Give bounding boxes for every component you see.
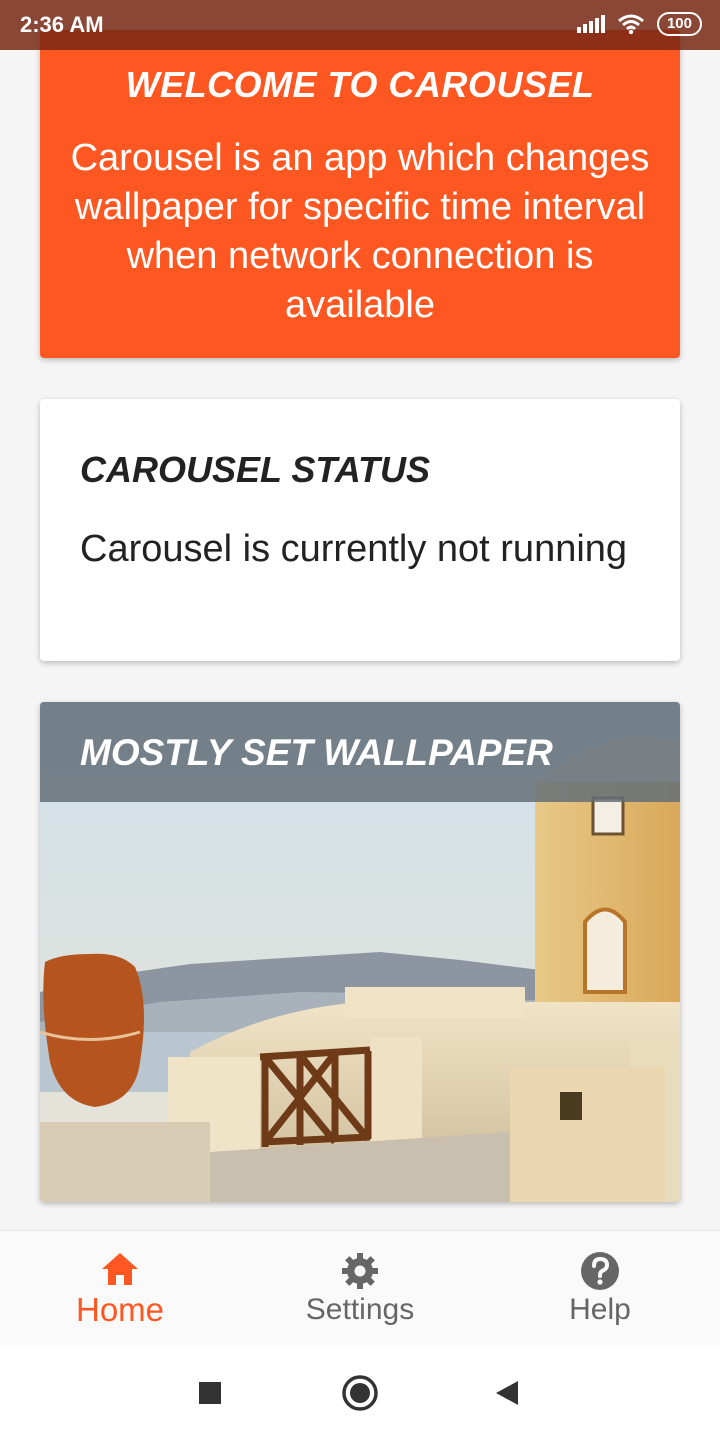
status-card-body: Carousel is currently not running [80, 528, 628, 570]
nav-home[interactable]: Home [0, 1231, 240, 1345]
home-icon [102, 1253, 138, 1285]
welcome-title: WELCOME TO CAROUSEL [125, 64, 595, 105]
nav-settings[interactable]: Settings [240, 1231, 480, 1345]
welcome-card: WELCOME TO CAROUSEL Carousel is an app w… [40, 30, 680, 358]
battery-indicator: 100 [656, 12, 702, 36]
status-time: 2:36 AM [20, 12, 104, 37]
home-circle-icon[interactable] [341, 1374, 379, 1412]
welcome-description: Carousel is an app which changes wallpap… [70, 137, 650, 326]
nav-help-label: Help [569, 1293, 631, 1326]
wifi-icon [617, 14, 644, 35]
system-navigation-bar [0, 1345, 720, 1440]
help-icon [581, 1252, 619, 1290]
nav-help[interactable]: Help [480, 1231, 720, 1345]
wallpaper-header: MOSTLY SET WALLPAPER [40, 702, 680, 802]
status-card-title: CAROUSEL STATUS [80, 449, 431, 490]
back-icon[interactable] [494, 1379, 520, 1407]
status-bar: 2:36 AM 100 [0, 0, 720, 50]
gear-icon [342, 1253, 378, 1289]
recent-apps-icon[interactable] [198, 1381, 222, 1405]
signal-icon [577, 15, 606, 33]
nav-settings-label: Settings [305, 1293, 415, 1326]
wallpaper-card-title: MOSTLY SET WALLPAPER [80, 732, 553, 773]
wallpaper-card[interactable]: MOSTLY SET WALLPAPER [40, 702, 680, 1202]
carousel-status-card: CAROUSEL STATUS Carousel is currently no… [40, 399, 680, 661]
status-icons: 100 [570, 12, 702, 38]
nav-home-label: Home [75, 1291, 165, 1328]
bottom-navigation: Home Settings Help [0, 1230, 720, 1346]
